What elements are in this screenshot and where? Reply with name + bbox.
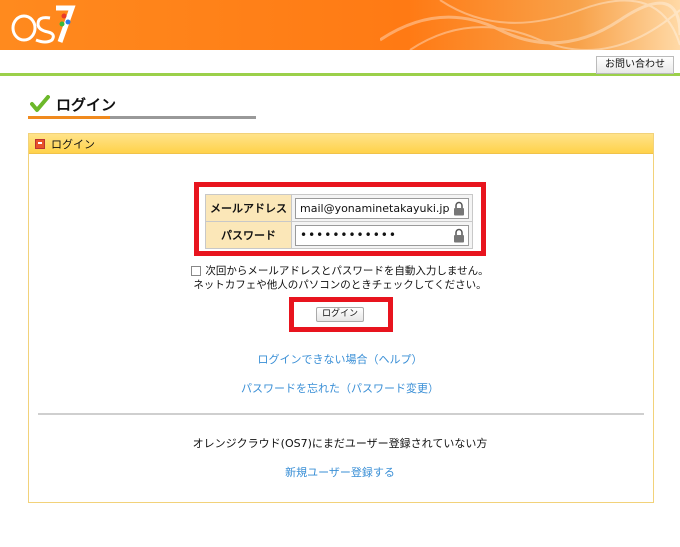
email-field[interactable]: mail@yonaminetakayuki.jp [295, 197, 469, 219]
panel-header: ログイン [29, 134, 653, 154]
email-value: mail@yonaminetakayuki.jp [300, 201, 450, 215]
mail-icon [35, 138, 45, 149]
page-title: ログイン [56, 95, 117, 114]
site-header [0, 0, 680, 50]
login-form: メールアドレス mail@yonaminetakayuki.jp パスワード •… [205, 194, 473, 249]
help-link[interactable]: ログインできない場合（ヘルプ） [0, 351, 680, 367]
check-icon [30, 95, 50, 112]
os7-logo[interactable] [6, 2, 76, 48]
lock-icon [454, 228, 464, 242]
heading-underline [28, 116, 110, 119]
email-label: メールアドレス [205, 194, 292, 222]
password-label: パスワード [205, 221, 292, 249]
remember-text-line1: 次回からメールアドレスとパスワードを自動入力しません。 [205, 265, 489, 277]
remember-option: 次回からメールアドレスとパスワードを自動入力しません。 ネットカフェや他人のパソ… [0, 264, 680, 292]
section-divider [38, 413, 644, 415]
page-heading: ログイン [30, 93, 116, 115]
lock-icon [454, 201, 464, 215]
register-link[interactable]: 新規ユーザー登録する [0, 464, 680, 480]
remember-text-line2: ネットカフェや他人のパソコンのときチェックしてください。 [193, 279, 487, 291]
header-decoration [380, 0, 680, 50]
not-registered-text: オレンジクラウド(OS7)にまだユーザー登録されていない方 [192, 437, 488, 450]
password-value: •••••••••••• [300, 227, 397, 242]
login-button[interactable]: ログイン [316, 307, 364, 322]
forgot-password-link[interactable]: パスワードを忘れた（パスワード変更） [0, 380, 680, 396]
header-divider [0, 73, 680, 76]
password-field[interactable]: •••••••••••• [295, 224, 469, 246]
inquiry-button[interactable]: お問い合わせ [596, 56, 674, 74]
auto-fill-checkbox[interactable] [191, 266, 202, 276]
panel-title: ログイン [51, 137, 95, 151]
heading-underline-gray [110, 116, 256, 119]
